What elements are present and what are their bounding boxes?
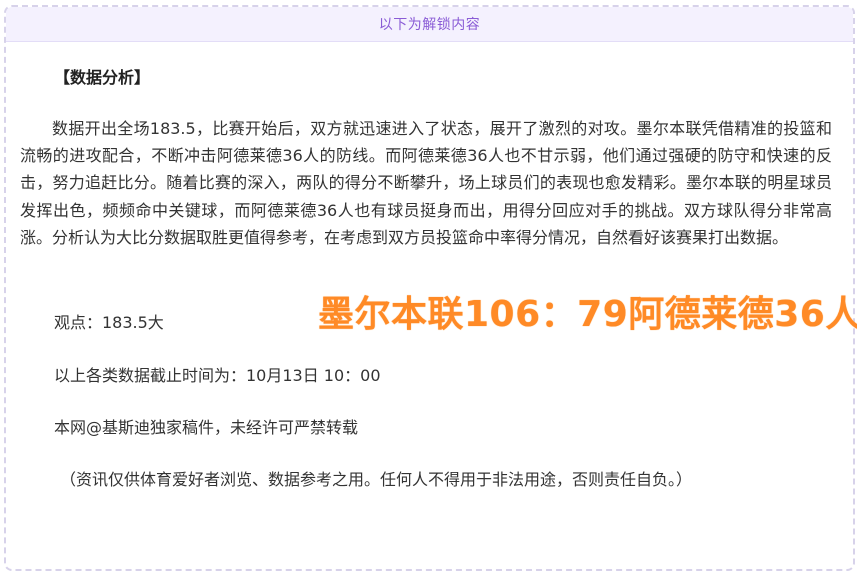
unlock-header: 以下为解锁内容	[6, 7, 853, 42]
final-score-overlay: 墨尔本联106：79阿德莱德36人	[318, 294, 857, 335]
viewpoint-text: 观点：183.5大	[54, 313, 164, 332]
unlock-label: 以下为解锁内容	[378, 17, 481, 33]
analysis-paragraph: 数据开出全场183.5，比赛开始后，双方就迅速进入了状态，展开了激烈的对攻。墨尔…	[20, 119, 832, 247]
data-cutoff-text: 以上各类数据截止时间为：10月13日 10：00	[54, 366, 381, 385]
copyright-notice: 本网@基斯迪独家稿件，未经许可严禁转载	[54, 418, 359, 437]
disclaimer-text: （资讯仅供体育爱好者浏览、数据参考之用。任何人不得用于非法用途，否则责任自负。）	[60, 470, 693, 489]
section-heading: 【数据分析】	[54, 68, 151, 87]
